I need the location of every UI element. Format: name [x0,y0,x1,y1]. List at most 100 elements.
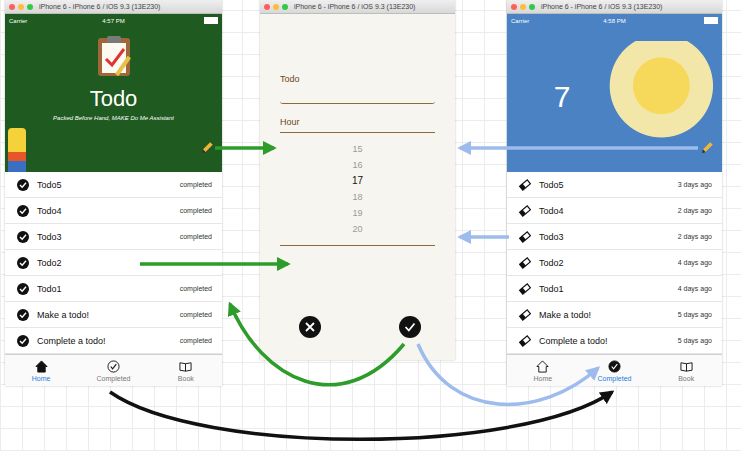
todo-list: Todo53 days agoTodo42 days agoTodo32 day… [507,172,722,354]
cancel-x-icon[interactable] [299,316,321,338]
zoom-dot[interactable] [27,4,33,10]
todo-row[interactable]: Complete a todo!completed [5,328,222,354]
flow-arrows [0,0,741,451]
tab-label: Home [533,375,552,382]
todo-row[interactable]: Make a todo! completed [5,302,222,328]
todo-status: 4 days ago [678,259,712,266]
check-circle-icon [608,360,621,373]
todo-title: Todo3 [37,232,172,242]
window-controls [9,4,33,10]
todo-title: Todo1 [37,284,172,294]
tab-label: Book [678,375,694,382]
picker-item[interactable]: 19 [352,205,362,221]
todo-status: completed [180,207,212,214]
eraser-icon[interactable] [519,179,531,191]
close-dot[interactable] [9,4,15,10]
carrier: Carrier [9,18,79,24]
cartoon-picture [8,128,26,172]
todo-row[interactable]: Todo32 days ago [507,224,722,250]
todo-title: Todo1 [539,284,670,294]
todo-row[interactable]: Todo1completed [5,276,222,302]
todo-status: completed [180,311,212,318]
flow-arrow [460,146,698,150]
home-icon [35,360,48,373]
todo-row[interactable]: Todo5 completed [5,172,222,198]
flow-arrow [215,146,274,150]
close-dot[interactable] [511,4,517,10]
eraser-icon[interactable] [519,335,531,347]
tab[interactable]: Completed [579,355,651,386]
hour-picker[interactable]: 151617181920 [280,132,435,246]
simulator-title: iPhone 6 - iPhone 6 / iOS 9.3 (13E230) [294,3,415,10]
status-bar: Carrier4:58 PM [507,14,722,27]
window-controls [511,4,535,10]
header: Carrier4:58 PM7 [507,14,722,172]
eraser-icon[interactable] [519,257,531,269]
flow-arrow [460,235,509,239]
carrier: Carrier [511,18,580,24]
home-icon [536,360,549,373]
todo-row[interactable]: Todo24 days ago [507,250,722,276]
picker-item[interactable]: 15 [352,141,362,157]
tab[interactable]: Book [650,355,722,386]
todo-input[interactable] [280,85,435,104]
tab-label: Completed [598,375,632,382]
todo-title: Complete a todo! [539,336,670,346]
minimize-dot[interactable] [18,4,24,10]
todo-row[interactable]: Todo53 days ago [507,172,722,198]
tab-label: Completed [97,375,131,382]
minimize-dot[interactable] [273,4,279,10]
todo-title: Todo2 [37,258,204,268]
todo-title: Todo3 [539,232,670,242]
edit-pencil-icon[interactable] [201,141,214,154]
todo-row[interactable]: Todo2 [5,250,222,276]
picker-item[interactable]: 18 [352,189,362,205]
form-field: Todo [280,74,435,104]
check-circle-icon[interactable] [17,205,29,217]
todo-row[interactable]: Todo42 days ago [507,198,722,224]
tab[interactable]: Home [5,355,77,386]
flow-arrow [140,262,288,266]
eraser-icon[interactable] [519,231,531,243]
todo-title: Todo5 [37,180,172,190]
todo-status: completed [180,233,212,240]
check-circle-icon[interactable] [17,179,29,191]
tab[interactable]: Home [507,355,579,386]
todo-status: 5 days ago [678,337,712,344]
todo-row[interactable]: Todo14 days ago [507,276,722,302]
edit-pencil-icon[interactable] [701,141,714,154]
todo-status: completed [180,181,212,188]
todo-row[interactable]: Make a todo!5 days ago [507,302,722,328]
todo-title: Complete a todo! [37,336,172,346]
clock: 4:58 PM [580,18,649,24]
check-circle-icon[interactable] [17,335,29,347]
tab-bar: Home Completed Book [5,354,222,386]
close-dot[interactable] [264,4,270,10]
eraser-icon[interactable] [519,309,531,321]
tab[interactable]: Book [150,355,222,386]
picker-item[interactable]: 20 [352,221,362,237]
todo-form: TodoHour151617181920 [260,14,455,338]
zoom-dot[interactable] [529,4,535,10]
minimize-dot[interactable] [520,4,526,10]
todo-title: Make a todo! [37,310,172,320]
todo-row[interactable]: Complete a todo! 5 days ago [507,328,722,354]
check-circle-icon[interactable] [17,309,29,321]
simulator-title-bar: iPhone 6 - iPhone 6 / iOS 9.3 (13E230) [5,0,222,14]
picker-item[interactable]: 17 [352,173,363,189]
logo-header: TodoPacked Before Hand, MAKE Do Me Assis… [5,27,222,172]
eraser-icon[interactable] [519,205,531,217]
todo-list: Todo5completedTodo4completedTodo3complet… [5,172,222,354]
picker-item[interactable]: 16 [352,157,362,173]
check-circle-icon[interactable] [17,257,29,269]
home-screen: iPhone 6 - iPhone 6 / iOS 9.3 (13E230) Ca… [5,0,222,386]
zoom-dot[interactable] [282,4,288,10]
form-buttons [280,316,435,338]
confirm-check-icon[interactable] [399,316,421,338]
eraser-icon[interactable] [519,283,531,295]
check-circle-icon[interactable] [17,231,29,243]
check-circle-icon[interactable] [17,283,29,295]
tab[interactable]: Completed [77,355,149,386]
todo-row[interactable]: Todo3 completed [5,224,222,250]
todo-row[interactable]: Todo4completed [5,198,222,224]
